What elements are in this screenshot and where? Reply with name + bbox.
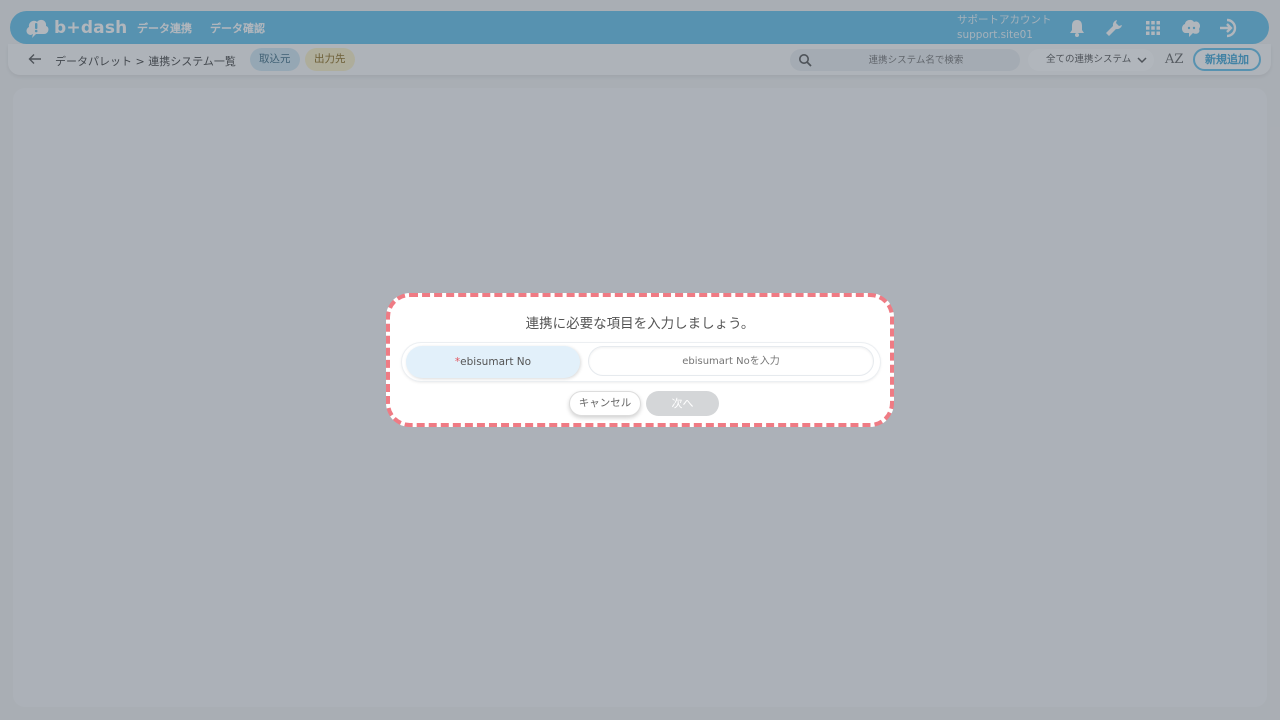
ebisumart-no-label: *ebisumart No [406, 346, 580, 378]
next-button[interactable]: 次へ [646, 391, 719, 416]
required-fields-dialog: 連携に必要な項目を入力しましょう。 *ebisumart No キャンセル 次へ [386, 293, 894, 427]
cancel-button[interactable]: キャンセル [569, 391, 641, 416]
field-label-text: ebisumart No [460, 356, 532, 368]
ebisumart-no-input[interactable] [588, 346, 874, 376]
ebisumart-no-field-row: *ebisumart No [402, 343, 880, 381]
dialog-title: 連携に必要な項目を入力しましょう。 [525, 316, 755, 332]
